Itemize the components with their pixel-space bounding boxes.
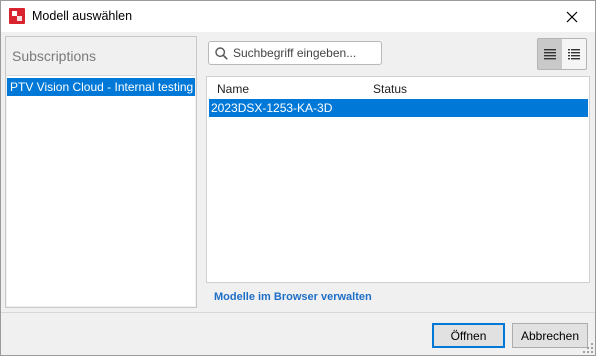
detail-view-icon — [568, 49, 580, 60]
list-view-button[interactable] — [538, 39, 562, 69]
cancel-button[interactable]: Abbrechen — [512, 323, 588, 348]
subscription-item[interactable]: PTV Vision Cloud - Internal testing — [7, 78, 195, 96]
models-toolbar — [202, 36, 592, 72]
detail-view-button[interactable] — [562, 39, 586, 69]
view-toggle — [537, 38, 587, 70]
table-row[interactable]: 2023DSX-1253-KA-3D — [209, 99, 588, 117]
list-view-icon — [544, 49, 556, 60]
column-header-name[interactable]: Name — [217, 82, 249, 96]
subscriptions-header: Subscriptions — [12, 48, 97, 64]
model-select-dialog: Modell auswählen Subscriptions PTV Visio… — [0, 0, 596, 356]
search-box[interactable] — [208, 41, 382, 65]
ptv-app-icon — [9, 8, 25, 24]
manage-models-link[interactable]: Modelle im Browser verwalten — [214, 291, 372, 303]
close-icon — [566, 11, 578, 22]
title-bar: Modell auswählen — [1, 1, 595, 32]
search-input[interactable] — [233, 44, 379, 62]
column-header-status[interactable]: Status — [373, 82, 407, 96]
resize-grip-icon[interactable] — [583, 343, 593, 353]
subscriptions-list: PTV Vision Cloud - Internal testing — [7, 75, 195, 306]
footer-divider — [1, 312, 595, 313]
subscriptions-panel: Subscriptions PTV Vision Cloud - Interna… — [5, 36, 197, 308]
close-button[interactable] — [549, 1, 595, 32]
window-title: Modell auswählen — [32, 9, 133, 23]
search-icon — [215, 47, 228, 60]
models-panel: Name Status 2023DSX-1253-KA-3D Modelle i… — [202, 36, 592, 308]
row-name-cell: 2023DSX-1253-KA-3D — [211, 101, 333, 115]
models-table: Name Status 2023DSX-1253-KA-3D — [206, 76, 590, 283]
open-button[interactable]: Öffnen — [432, 323, 505, 348]
